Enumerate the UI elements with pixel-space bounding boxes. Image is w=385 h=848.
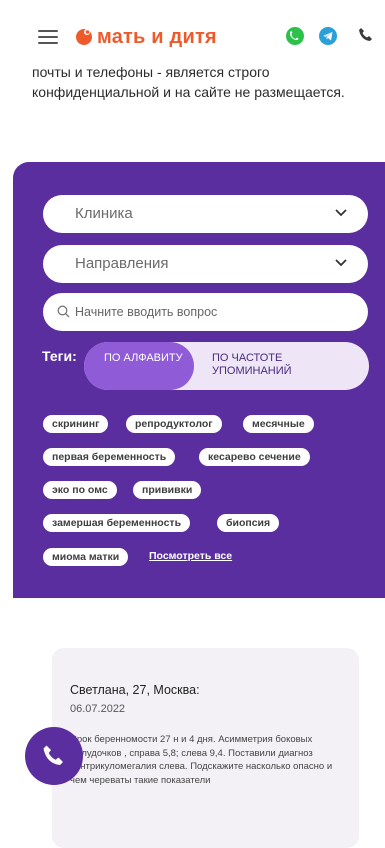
clinic-select-label: Клиника [75, 205, 133, 222]
call-button[interactable] [25, 727, 83, 785]
phone-icon [43, 745, 63, 765]
search-input[interactable] [75, 302, 355, 322]
tag-sort-toggle: ПО АЛФАВИТУ ПО ЧАСТОТЕ УПОМИНАНИЙ [84, 342, 369, 390]
sort-alphabet-label: ПО АЛФАВИТУ [104, 352, 183, 364]
logo-text[interactable]: мать и дитя [97, 26, 217, 49]
sort-frequency-button[interactable]: ПО ЧАСТОТЕ УПОМИНАНИЙ [212, 352, 352, 378]
tag-chip[interactable]: репродуктолог [126, 415, 222, 433]
burger-menu-icon[interactable] [38, 30, 58, 44]
search-icon [57, 305, 70, 318]
header: мать и дитя [0, 0, 385, 70]
tag-chip[interactable]: скрининг [43, 415, 109, 433]
logo-icon[interactable] [74, 26, 94, 46]
chevron-down-icon [335, 209, 347, 217]
question-date: 06.07.2022 [70, 703, 126, 715]
phone-icon[interactable] [358, 27, 374, 43]
question-text: Срок беренномости 27 н и 4 дня. Асимметр… [70, 734, 333, 786]
see-all-tags-link[interactable]: Посмотреть все [149, 550, 232, 562]
chevron-down-icon [335, 259, 347, 267]
tag-chip[interactable]: миома матки [43, 548, 129, 566]
clinic-select[interactable]: Клиника [43, 195, 368, 233]
tag-chip[interactable]: месячные [243, 415, 314, 433]
direction-select-label: Направления [75, 255, 169, 272]
sort-alphabet-button[interactable]: ПО АЛФАВИТУ [84, 342, 194, 390]
tag-chip[interactable]: прививки [133, 481, 202, 499]
telegram-icon[interactable] [319, 27, 337, 45]
question-author: Светлана, 27, Москва: [70, 683, 200, 697]
tag-chip[interactable]: первая беременность [43, 448, 176, 466]
whatsapp-icon[interactable] [286, 27, 304, 45]
tag-chip[interactable]: кесарево сечение [199, 448, 310, 466]
tag-chip[interactable]: эко по омс [43, 481, 117, 499]
intro-text: почты и телефоны - является строго конфи… [32, 64, 345, 100]
direction-select[interactable]: Направления [43, 245, 368, 283]
tag-chip[interactable]: замершая беременность [43, 514, 191, 532]
tags-label: Теги: [42, 348, 77, 364]
question-search[interactable] [43, 293, 368, 331]
tag-chip[interactable]: биопсия [217, 514, 280, 532]
